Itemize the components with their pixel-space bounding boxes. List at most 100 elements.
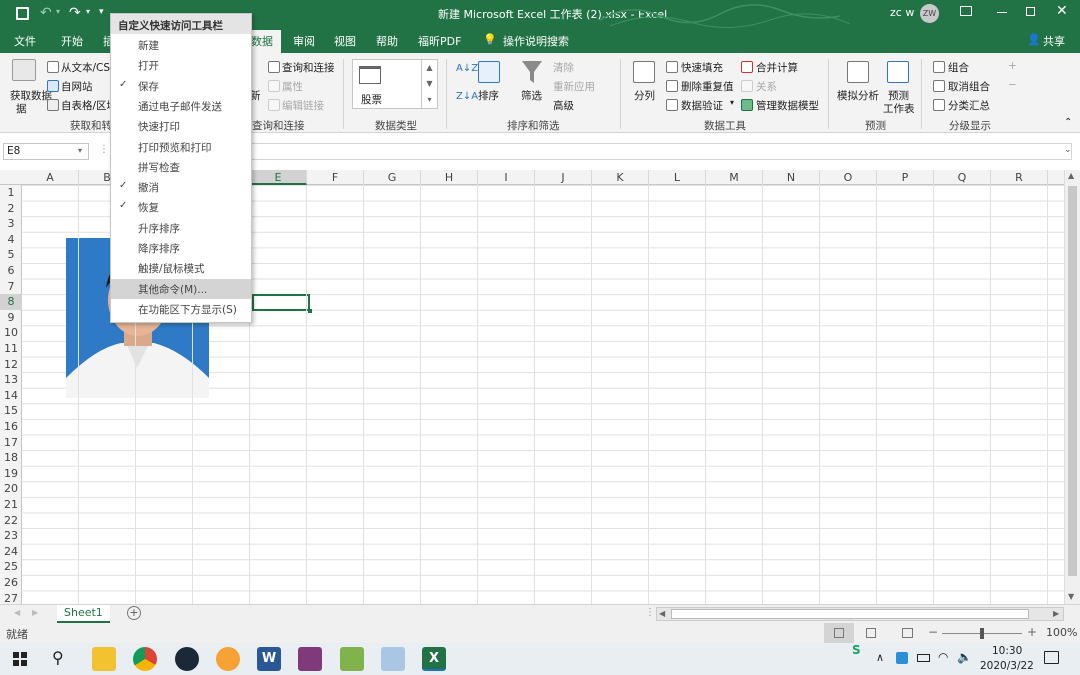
name-box-dropdown-icon[interactable]: ▾ [78,146,82,155]
row-header-26[interactable]: 26 [0,575,22,591]
tab-split-grip-icon[interactable]: ⋮ [645,607,655,618]
ribbon-display-icon[interactable] [960,6,972,16]
scroll-right-icon[interactable]: ▶ [1053,609,1059,618]
column-header-a[interactable]: A [22,170,79,185]
relationships-button[interactable]: 关系 [756,79,777,94]
filter-button[interactable]: 筛选 [521,88,542,103]
active-cell-selection[interactable] [252,294,310,311]
search-icon[interactable]: ⚲ [52,648,64,667]
what-if-analysis-button[interactable]: 模拟分析 [837,88,879,103]
sort-za-icon[interactable]: Z↓A [456,91,478,102]
ungroup-button[interactable]: 取消组合 [948,79,990,94]
add-sheet-icon[interactable]: + [127,606,141,620]
column-header-g[interactable]: G [364,170,421,185]
column-header-o[interactable]: O [820,170,877,185]
restore-icon[interactable] [1026,7,1035,16]
column-header-n[interactable]: N [763,170,820,185]
scroll-left-icon[interactable]: ◀ [659,609,665,618]
zoom-slider-thumb[interactable] [980,628,984,639]
vertical-scrollbar[interactable]: ▲ ▼ [1064,170,1080,606]
notifications-icon[interactable] [1044,651,1059,664]
windows-start-icon[interactable] [13,652,27,666]
menu-item-4[interactable]: 快速打印 [111,116,251,136]
row-header-14[interactable]: 14 [0,388,22,404]
row-header-24[interactable]: 24 [0,544,22,560]
tray-expand-icon[interactable]: ∧ [876,651,884,664]
row-header-15[interactable]: 15 [0,403,22,419]
wps-tray-icon[interactable]: S [852,643,861,657]
column-header-e[interactable]: E [250,170,307,185]
row-header-25[interactable]: 25 [0,559,22,575]
stocks-button[interactable]: 股票 [361,92,382,107]
avatar[interactable]: ZW [920,4,939,23]
menu-item-6[interactable]: 拼写检查 [111,157,251,177]
advanced-filter-button[interactable]: 高级 [553,98,574,113]
reapply-button[interactable]: 重新应用 [553,79,595,94]
row-header-1[interactable]: 1 [0,185,22,201]
subtotal-button[interactable]: 分类汇总 [948,98,990,113]
scroll-thumb[interactable] [1068,186,1077,576]
qat-customize-icon[interactable]: ▾ [99,7,104,17]
sheet-tab-sheet1[interactable]: Sheet1 [57,605,110,623]
file-explorer-icon[interactable] [92,647,116,671]
paint-app-icon[interactable] [340,647,364,671]
page-layout-icon[interactable] [866,628,876,638]
menu-item-9[interactable]: 升序排序 [111,218,251,238]
word-icon[interactable]: W [257,647,281,671]
validation-dropdown-icon[interactable]: ▾ [730,98,734,107]
clock-time[interactable]: 10:30 [992,645,1022,657]
group-button[interactable]: 组合 [948,60,969,75]
tell-me-search[interactable]: 操作说明搜索 [503,33,569,49]
undo-icon[interactable]: ↶ [40,5,52,21]
menu-item-1[interactable]: 打开 [111,55,251,75]
row-header-6[interactable]: 6 [0,263,22,279]
menu-item-13[interactable]: 在功能区下方显示(S) [111,299,251,319]
redo-icon[interactable]: ↷ [69,5,81,21]
minimize-icon[interactable] [997,12,1007,13]
column-header-r[interactable]: R [991,170,1048,185]
column-header-f[interactable]: F [307,170,364,185]
properties-button[interactable]: 属性 [282,79,303,94]
tab-review[interactable]: 审阅 [293,33,315,49]
row-header-13[interactable]: 13 [0,372,22,388]
column-header-q[interactable]: Q [934,170,991,185]
column-header-j[interactable]: J [535,170,592,185]
zoom-level[interactable]: 100% [1046,626,1077,639]
row-header-5[interactable]: 5 [0,247,22,263]
clock-date[interactable]: 2020/3/22 [980,660,1034,672]
row-header-11[interactable]: 11 [0,341,22,357]
fill-handle[interactable] [308,309,312,313]
show-detail-icon[interactable]: + [1008,60,1017,72]
zoom-out-icon[interactable]: − [928,625,938,639]
menu-item-7[interactable]: 撤消 ✓ [111,177,251,197]
row-header-18[interactable]: 18 [0,450,22,466]
brush-app-icon[interactable] [381,647,405,671]
tab-file[interactable]: 文件 [14,33,36,49]
from-table-button[interactable]: 自表格/区域 [61,98,117,113]
zoom-in-icon[interactable]: + [1027,625,1037,639]
name-box[interactable]: E8 [3,143,89,160]
get-data-icon[interactable] [12,59,36,81]
expand-formula-icon[interactable]: ⌄ [1064,145,1072,155]
formula-input[interactable] [112,143,1072,160]
from-web-button[interactable]: 自网站 [61,79,93,94]
data-type-gallery[interactable]: 股票 ▲ ▼ ▾ [352,59,438,109]
clear-filter-button[interactable]: 清除 [553,60,574,75]
next-sheet-icon[interactable]: ▶ [32,608,38,617]
row-header-22[interactable]: 22 [0,513,22,529]
row-header-20[interactable]: 20 [0,481,22,497]
row-header-17[interactable]: 17 [0,435,22,451]
row-header-9[interactable]: 9 [0,310,22,326]
from-text-csv-button[interactable]: 从文本/CSV [61,60,117,75]
row-header-16[interactable]: 16 [0,419,22,435]
data-validation-button[interactable]: 数据验证 [681,98,723,113]
horizontal-scrollbar[interactable]: ◀ ▶ [656,607,1064,621]
sort-az-icon[interactable]: A↓Z [456,63,478,74]
row-header-3[interactable]: 3 [0,216,22,232]
column-header-h[interactable]: H [421,170,478,185]
battery-icon[interactable] [917,654,930,662]
redo-dropdown-icon[interactable]: ▾ [86,7,90,16]
row-header-12[interactable]: 12 [0,357,22,373]
remove-duplicates-button[interactable]: 删除重复值 [681,79,734,94]
scroll-down-icon[interactable]: ▼ [1068,592,1074,601]
